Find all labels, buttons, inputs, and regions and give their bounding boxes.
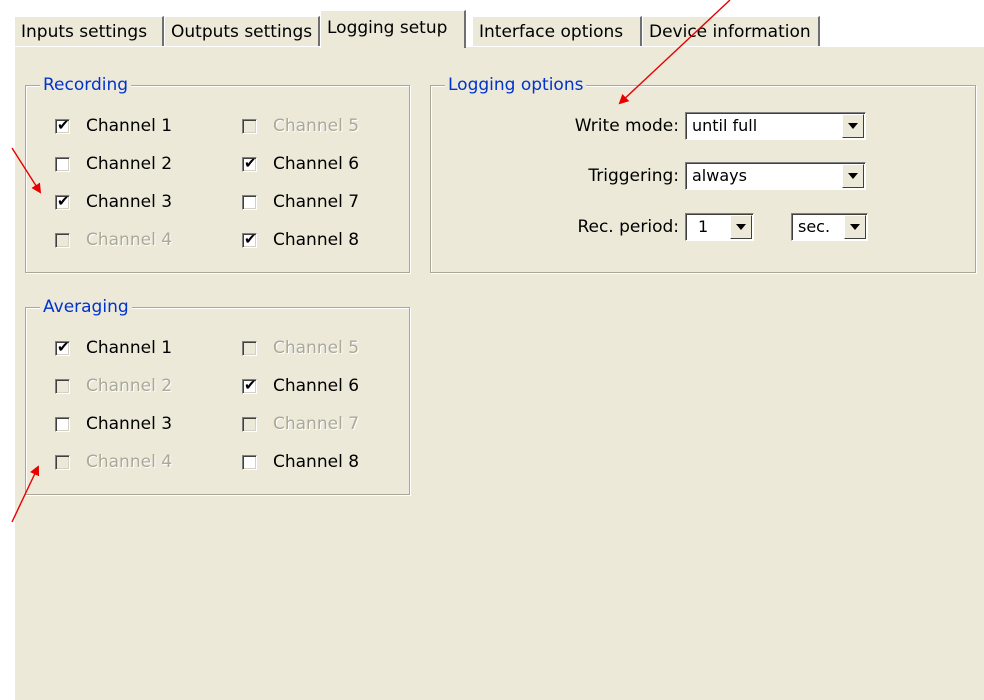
checkbox-label: Channel 6 — [273, 376, 360, 396]
checkmark-icon: ✔ — [244, 229, 257, 248]
rec-period-value: 1 — [698, 217, 709, 236]
averaging-channel-1-checkbox[interactable]: ✔ Channel 1 — [55, 336, 172, 360]
checkbox-box — [242, 118, 257, 134]
averaging-channel-6-checkbox[interactable]: ✔ Channel 6 — [242, 374, 359, 398]
recording-channel-7-checkbox[interactable]: Channel 7 — [242, 190, 359, 214]
tab-label: Inputs settings — [21, 22, 148, 42]
checkbox-box — [55, 232, 70, 248]
write-mode-value: until full — [692, 116, 758, 135]
checkbox-label: Channel 1 — [86, 116, 173, 136]
checkbox-box — [55, 378, 70, 394]
checkbox-box — [242, 340, 257, 356]
checkbox-box: ✔ — [55, 337, 70, 356]
checkmark-icon: ✔ — [244, 375, 257, 394]
recording-channel-3-checkbox[interactable]: ✔ Channel 3 — [55, 190, 172, 214]
checkmark-icon: ✔ — [244, 153, 257, 172]
checkbox-label: Channel 3 — [86, 414, 173, 434]
averaging-group-title: Averaging — [40, 296, 132, 318]
triggering-label: Triggering: — [588, 166, 679, 186]
chevron-down-icon[interactable] — [844, 215, 866, 239]
averaging-channel-4-checkbox[interactable]: Channel 4 — [55, 450, 172, 474]
checkbox-box: ✔ — [55, 115, 70, 134]
tab-label: Logging setup — [327, 18, 448, 38]
checkbox-box — [55, 454, 70, 470]
averaging-channel-8-checkbox[interactable]: Channel 8 — [242, 450, 359, 474]
averaging-channel-3-checkbox[interactable]: Channel 3 — [55, 412, 172, 436]
checkbox-label: Channel 3 — [86, 192, 173, 212]
rec-period-unit-select[interactable]: sec. — [791, 213, 868, 241]
checkbox-label: Channel 5 — [273, 116, 360, 136]
recording-channel-5-checkbox[interactable]: Channel 5 — [242, 114, 359, 138]
checkbox-label: Channel 5 — [273, 338, 360, 358]
checkbox-box — [242, 194, 257, 210]
recording-channel-1-checkbox[interactable]: ✔ Channel 1 — [55, 114, 172, 138]
checkbox-box: ✔ — [242, 375, 257, 394]
checkbox-label: Channel 7 — [273, 192, 360, 212]
recording-channel-4-checkbox[interactable]: Channel 4 — [55, 228, 172, 252]
logging-options-group-title: Logging options — [445, 74, 587, 96]
checkbox-box: ✔ — [242, 229, 257, 248]
tab-device-information[interactable]: Device information — [642, 16, 820, 46]
checkbox-label: Channel 8 — [273, 230, 360, 250]
recording-group: Recording ✔ Channel 1 Channel 2 ✔ Channel … — [25, 74, 410, 273]
recording-channel-6-checkbox[interactable]: ✔ Channel 6 — [242, 152, 359, 176]
checkbox-label: Channel 8 — [273, 452, 360, 472]
checkbox-box — [242, 454, 257, 470]
tab-label: Outputs settings — [171, 22, 313, 42]
rec-period-unit-value: sec. — [798, 217, 831, 236]
rec-period-label: Rec. period: — [577, 217, 679, 237]
checkbox-label: Channel 2 — [86, 376, 173, 396]
chevron-down-icon[interactable] — [842, 164, 864, 188]
averaging-channel-2-checkbox[interactable]: Channel 2 — [55, 374, 172, 398]
chevron-down-icon[interactable] — [842, 114, 864, 138]
triggering-select[interactable]: always — [685, 162, 866, 190]
recording-channel-8-checkbox[interactable]: ✔ Channel 8 — [242, 228, 359, 252]
write-mode-label: Write mode: — [574, 116, 679, 136]
chevron-down-icon[interactable] — [730, 215, 752, 239]
rec-period-select[interactable]: 1 — [685, 213, 754, 241]
tab-label: Device information — [649, 22, 811, 42]
checkmark-icon: ✔ — [57, 115, 70, 134]
tab-inputs-settings[interactable]: Inputs settings — [14, 16, 164, 46]
tab-outputs-settings[interactable]: Outputs settings — [164, 16, 320, 46]
checkbox-label: Channel 7 — [273, 414, 360, 434]
tab-logging-setup[interactable]: Logging setup — [320, 10, 466, 48]
recording-channel-2-checkbox[interactable]: Channel 2 — [55, 152, 172, 176]
checkbox-label: Channel 4 — [86, 230, 173, 250]
recording-group-title: Recording — [40, 74, 132, 96]
averaging-channel-5-checkbox[interactable]: Channel 5 — [242, 336, 359, 360]
tab-label: Interface options — [479, 22, 624, 42]
tab-interface-options[interactable]: Interface options — [472, 16, 642, 46]
averaging-channel-7-checkbox[interactable]: Channel 7 — [242, 412, 359, 436]
checkbox-label: Channel 2 — [86, 154, 173, 174]
checkbox-label: Channel 4 — [86, 452, 173, 472]
checkmark-icon: ✔ — [57, 337, 70, 356]
checkmark-icon: ✔ — [57, 191, 70, 210]
checkbox-label: Channel 1 — [86, 338, 173, 358]
checkbox-box: ✔ — [55, 191, 70, 210]
checkbox-box — [55, 156, 70, 172]
write-mode-select[interactable]: until full — [685, 112, 866, 140]
logging-setup-panel: Recording ✔ Channel 1 Channel 2 ✔ Channel … — [14, 46, 984, 700]
checkbox-box — [242, 416, 257, 432]
checkbox-box — [55, 416, 70, 432]
checkbox-label: Channel 6 — [273, 154, 360, 174]
triggering-value: always — [692, 166, 747, 185]
checkbox-box: ✔ — [242, 153, 257, 172]
logging-options-group: Logging options Write mode: until full T… — [430, 74, 976, 273]
averaging-group: Averaging ✔ Channel 1 Channel 2 Channel 3… — [25, 296, 410, 495]
